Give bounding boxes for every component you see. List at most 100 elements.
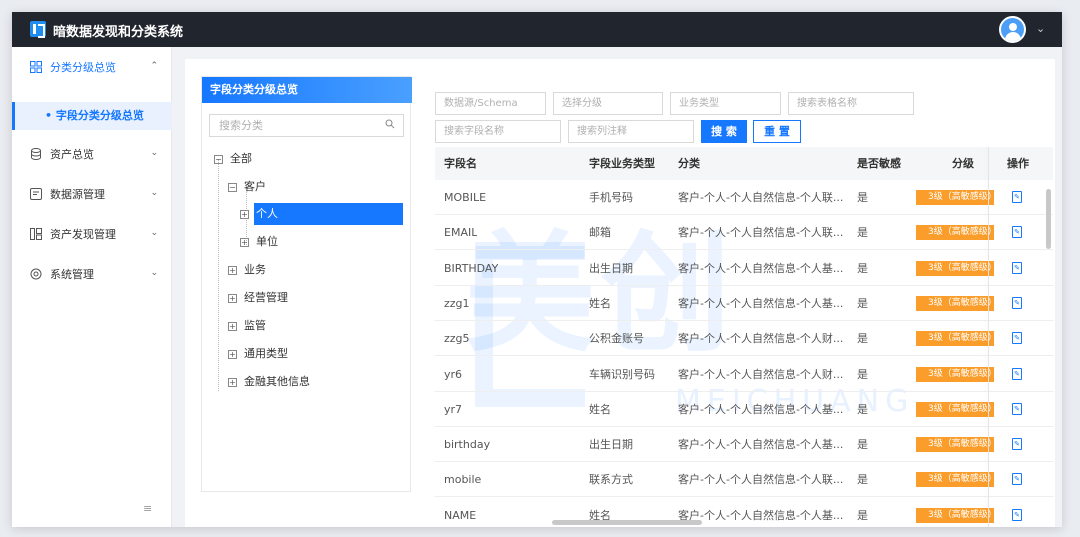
- biz-type-cell: 姓名: [589, 402, 611, 416]
- table-row[interactable]: mobile 联系方式 客户-个人-个人自然信息-个人联... 是 3级（高敏感级） ✎: [435, 462, 1053, 498]
- table-row[interactable]: MOBILE 手机号码 客户-个人-个人自然信息-个人联... 是 3级（高敏感级） ✎: [435, 180, 1053, 215]
- column-header-level[interactable]: 分级: [952, 147, 974, 180]
- sensitive-cell: 是: [857, 226, 868, 240]
- tree-node-label: 监管: [244, 319, 266, 332]
- expand-icon[interactable]: +: [228, 350, 237, 359]
- sensitive-cell: 是: [857, 402, 868, 416]
- tree-node-regulation[interactable]: + 监管: [228, 316, 266, 336]
- menu-collapse-icon[interactable]: ≡: [143, 502, 152, 515]
- column-header-category[interactable]: 分类: [678, 147, 700, 180]
- sidebar-item-datasource[interactable]: 数据源管理 ⌄: [12, 179, 172, 209]
- level-badge: 3级（高敏感级）: [916, 331, 997, 347]
- field-name-cell: birthday: [444, 438, 491, 452]
- tree-node-customer[interactable]: − 客户: [228, 177, 266, 197]
- level-badge: 3级（高敏感级）: [916, 437, 997, 453]
- horizontal-scrollbar[interactable]: [552, 520, 702, 525]
- collapse-icon[interactable]: −: [228, 183, 237, 192]
- edit-icon[interactable]: ✎: [1012, 226, 1022, 239]
- database-icon: [29, 148, 42, 161]
- table-row[interactable]: yr6 车辆识别号码 客户-个人-个人自然信息-个人财... 是 3级（高敏感级） ✎: [435, 357, 1053, 392]
- tree-node-label: 全部: [230, 152, 252, 165]
- app-logo-icon: [30, 21, 46, 38]
- sensitive-cell: 是: [857, 473, 868, 487]
- sidebar-item-system-management[interactable]: 系统管理 ⌄: [12, 259, 172, 289]
- datasource-select[interactable]: 数据源/Schema: [435, 92, 546, 115]
- user-avatar[interactable]: [999, 16, 1026, 43]
- expand-icon[interactable]: +: [240, 210, 249, 219]
- field-name-cell: yr6: [444, 367, 463, 381]
- tree-node-individual[interactable]: + 个人: [240, 204, 278, 224]
- sidebar-item-label: 资产发现管理: [50, 228, 116, 241]
- tree-node-business[interactable]: + 业务: [228, 260, 266, 280]
- biz-type-cell: 公积金账号: [589, 332, 644, 346]
- table-row[interactable]: yr7 姓名 客户-个人-个人自然信息-个人基... 是 3级（高敏感级） ✎: [435, 392, 1053, 427]
- edit-icon[interactable]: ✎: [1012, 332, 1022, 345]
- field-table: 字段名 字段业务类型 分类 是否敏感 分级 操作 MOBILE 手机号码 客户-个人…: [435, 147, 1053, 527]
- level-select[interactable]: 选择分级: [553, 92, 663, 115]
- sidebar-subitem-field-overview[interactable]: • 字段分类分级总览: [12, 102, 172, 130]
- tree-node-finance-other[interactable]: + 金融其他信息: [228, 372, 310, 392]
- business-type-select[interactable]: 业务类型: [670, 92, 781, 115]
- sidebar-item-label: 资产总览: [50, 148, 94, 161]
- category-tree-panel: 字段分类分级总览 搜索分类 − 全部 − 客户 + 个人 + 单位 + 业务 + 经营管理 …: [201, 76, 412, 492]
- biz-type-cell: 出生日期: [589, 438, 633, 452]
- expand-icon[interactable]: +: [228, 378, 237, 387]
- collapse-icon[interactable]: −: [214, 155, 223, 164]
- column-header-biz-type[interactable]: 字段业务类型: [589, 147, 655, 180]
- column-header-field-name[interactable]: 字段名: [444, 147, 477, 180]
- fixed-column-divider: [988, 147, 989, 527]
- edit-icon[interactable]: ✎: [1012, 402, 1022, 415]
- field-name-cell: yr7: [444, 402, 463, 416]
- table-row[interactable]: NAME 姓名 客户-个人-个人自然信息-个人基... 是 3级（高敏感级） ✎: [435, 498, 1053, 527]
- edit-icon[interactable]: ✎: [1012, 191, 1022, 203]
- tree-node-label: 单位: [256, 235, 278, 248]
- column-comment-input[interactable]: 搜索列注释: [568, 120, 694, 143]
- table-row[interactable]: zzg5 公积金账号 客户-个人-个人自然信息-个人财... 是 3级（高敏感级） ✎: [435, 321, 1053, 357]
- sidebar-item-asset-discovery[interactable]: 资产发现管理 ⌄: [12, 219, 172, 249]
- edit-icon[interactable]: ✎: [1012, 261, 1022, 274]
- sensitive-cell: 是: [857, 438, 868, 452]
- expand-icon[interactable]: +: [228, 294, 237, 303]
- tree-node-general-types[interactable]: + 通用类型: [228, 344, 288, 364]
- edit-icon[interactable]: ✎: [1012, 473, 1022, 486]
- category-cell: 客户-个人-个人自然信息-个人基...: [678, 438, 844, 452]
- tree-node-label: 通用类型: [244, 347, 288, 360]
- tree-node-operations[interactable]: + 经营管理: [228, 288, 288, 308]
- tree-node-root[interactable]: − 全部: [214, 149, 252, 169]
- search-placeholder: 搜索分类: [219, 119, 263, 132]
- column-header-actions: 操作: [1007, 157, 1029, 170]
- edit-icon[interactable]: ✎: [1012, 296, 1022, 309]
- biz-type-cell: 联系方式: [589, 473, 633, 487]
- discovery-icon: [29, 228, 42, 241]
- sidebar: 分类分级总览 ⌃ • 字段分类分级总览 资产总览 ⌄ 数据源管理 ⌄ 资产发现管…: [12, 47, 172, 527]
- expand-icon[interactable]: +: [228, 322, 237, 331]
- table-row[interactable]: birthday 出生日期 客户-个人-个人自然信息-个人基... 是 3级（高敏感级）…: [435, 427, 1053, 463]
- table-row[interactable]: zzg1 姓名 客户-个人-个人自然信息-个人基... 是 3级（高敏感级） ✎: [435, 286, 1053, 321]
- search-button[interactable]: 搜 索: [701, 120, 747, 143]
- edit-icon[interactable]: ✎: [1012, 367, 1022, 380]
- app-window: 暗数据发现和分类系统 ⌄ 分类分级总览 ⌃ • 字段分类分级总览 资产总览 ⌄ …: [12, 12, 1062, 527]
- level-badge: 3级（高敏感级）: [916, 225, 997, 241]
- table-row[interactable]: EMAIL 邮箱 客户-个人-个人自然信息-个人联... 是 3级（高敏感级） ✎: [435, 215, 1053, 251]
- edit-icon[interactable]: ✎: [1012, 508, 1022, 521]
- vertical-scrollbar[interactable]: [1046, 189, 1051, 249]
- field-name-input[interactable]: 搜索字段名称: [435, 120, 561, 143]
- table-row[interactable]: BIRTHDAY 出生日期 客户-个人-个人自然信息-个人基... 是 3级（高敏感级）…: [435, 251, 1053, 286]
- level-badge: 3级（高敏感级）: [916, 507, 997, 523]
- reset-button[interactable]: 重 置: [753, 120, 801, 143]
- edit-icon[interactable]: ✎: [1012, 438, 1022, 451]
- category-cell: 客户-个人-个人自然信息-个人基...: [678, 402, 844, 416]
- expand-icon[interactable]: +: [228, 266, 237, 275]
- column-header-sensitive[interactable]: 是否敏感: [857, 147, 901, 180]
- expand-icon[interactable]: +: [240, 238, 249, 247]
- sidebar-item-asset-overview[interactable]: 资产总览 ⌄: [12, 139, 172, 169]
- field-name-cell: NAME: [444, 508, 477, 522]
- search-icon[interactable]: [385, 115, 395, 136]
- sidebar-item-classification-overview[interactable]: 分类分级总览 ⌃: [12, 52, 172, 82]
- table-name-input[interactable]: 搜索表格名称: [788, 92, 914, 115]
- tree-node-organization[interactable]: + 单位: [240, 232, 278, 252]
- category-search-input[interactable]: 搜索分类: [209, 114, 404, 137]
- chevron-down-icon[interactable]: ⌄: [1036, 22, 1045, 35]
- datasource-icon: [29, 188, 42, 201]
- level-badge: 3级（高敏感级）: [916, 366, 997, 382]
